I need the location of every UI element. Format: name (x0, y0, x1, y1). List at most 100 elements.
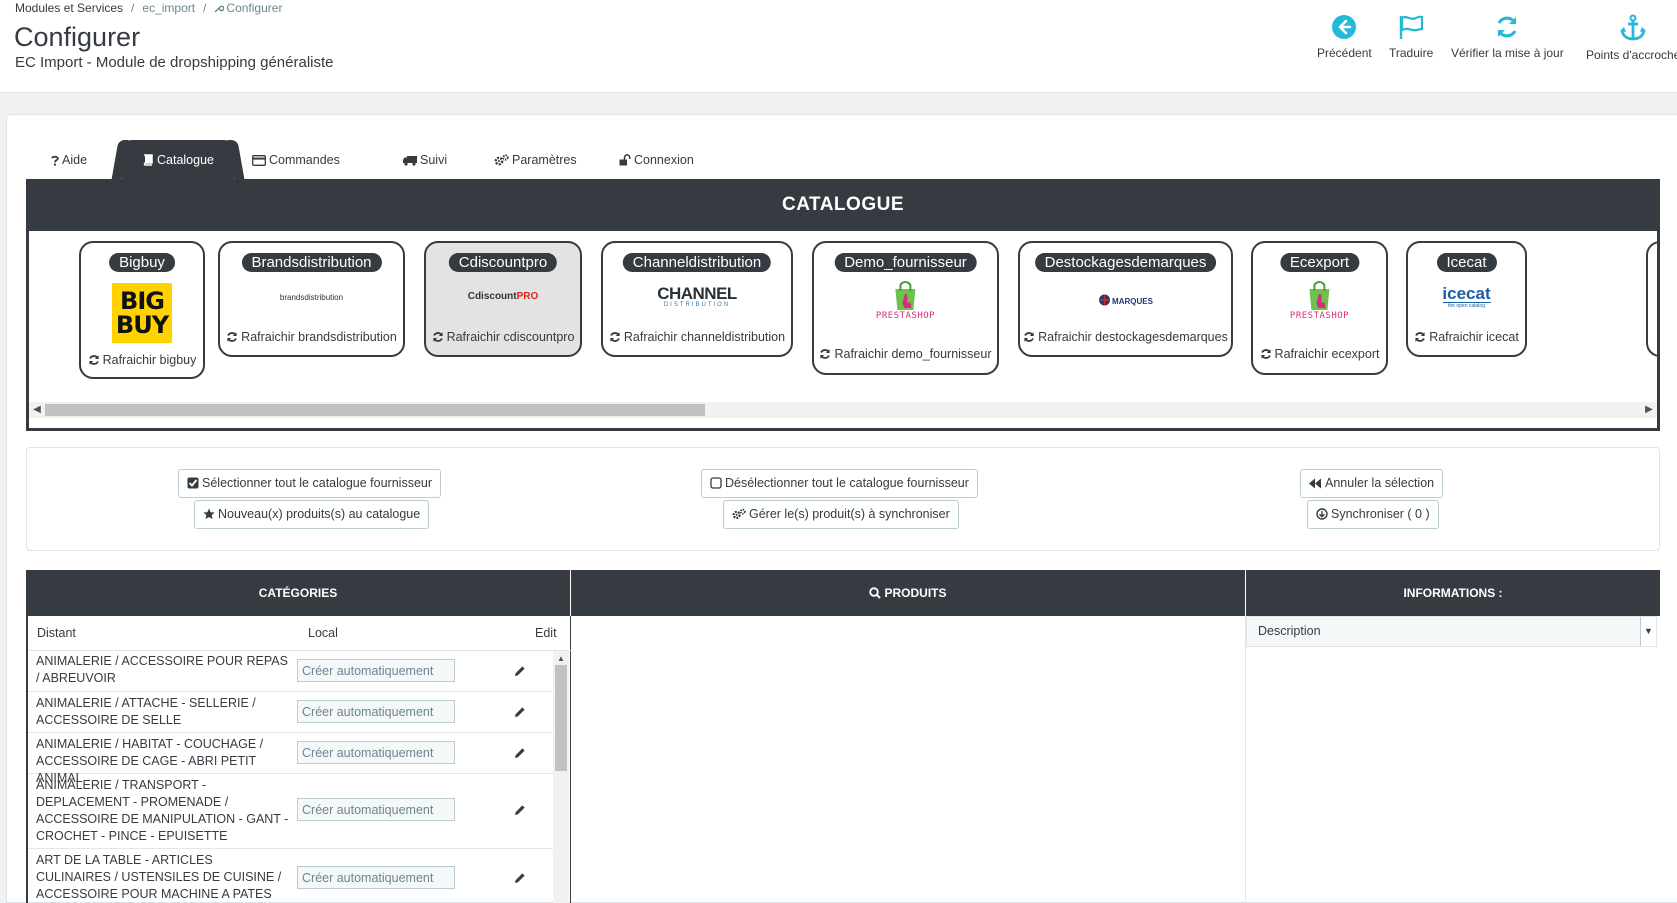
cdiscountpro-logo: CdiscountPRO (467, 291, 539, 302)
supplier-card-destockagesdemarques[interactable]: Destockagesdemarques MARQUES Rafraichir … (1018, 241, 1233, 357)
supplier-name: Brandsdistribution (241, 253, 382, 272)
supplier-name: Cdiscountpro (448, 253, 558, 272)
table-row: ANIMALERIE / HABITAT - COUCHAGE / ACCESS… (28, 733, 553, 785)
page-subtitle: EC Import - Module de dropshipping génér… (15, 54, 334, 71)
refresh-channeldistribution-link[interactable]: Rafraichir channeldistribution (603, 330, 791, 344)
translate-button[interactable]: Traduire (1389, 14, 1433, 60)
scroll-thumb[interactable] (45, 404, 705, 416)
flag-icon (1399, 15, 1424, 39)
supplier-card-bigbuy[interactable]: Bigbuy BIG BUY Rafraichir bigbuy (79, 241, 205, 379)
info-select[interactable]: Description ▼ (1246, 616, 1657, 647)
categories-scrollbar[interactable]: ▲ (553, 651, 569, 903)
informations-header: INFORMATIONS : (1246, 570, 1660, 616)
column-divider (570, 616, 571, 903)
refresh-bigbuy-link[interactable]: Rafraichir bigbuy (81, 353, 203, 367)
refresh-cdiscountpro-link[interactable]: Rafraichir cdiscountpro (426, 330, 580, 344)
checkbox-checked-icon (187, 477, 199, 489)
refresh-brandsdistribution-link[interactable]: Rafraichir brandsdistribution (220, 330, 403, 344)
refresh-icon (820, 349, 831, 359)
supplier-name: Bigbuy (109, 253, 175, 272)
credit-card-icon (252, 155, 266, 166)
cogs-icon (732, 508, 746, 520)
category-local-field[interactable] (297, 741, 455, 764)
globe-icon (1098, 294, 1110, 306)
new-products-button[interactable]: Nouveau(x) produits(s) au catalogue (194, 500, 430, 529)
category-distant: ANIMALERIE / ACCESSOIRE POUR REPAS / ABR… (36, 654, 288, 685)
destockagesdemarques-logo: MARQUES (1098, 293, 1153, 307)
anchor-icon (1620, 14, 1647, 41)
synchronize-button[interactable]: Synchroniser ( 0 ) (1307, 500, 1439, 529)
refresh-icon (1024, 332, 1034, 342)
action-box: Sélectionner tout le catalogue fournisse… (26, 447, 1660, 551)
supplier-card-ecexport[interactable]: Ecexport PRESTASHOP Rafraichir ecexport (1251, 241, 1388, 375)
prestashop-logo: PRESTASHOP (1290, 281, 1349, 321)
refresh-icecat-link[interactable]: Rafraichir icecat (1408, 330, 1525, 344)
table-row: ART DE LA TABLE - ARTICLES CULINAIRES / … (28, 849, 553, 903)
refresh-icon (227, 332, 237, 342)
supplier-name: Demo_fournisseur (834, 253, 977, 272)
category-local-field[interactable] (297, 866, 455, 889)
refresh-demo-fournisseur-link[interactable]: Rafraichir demo_fournisseur (814, 347, 997, 361)
category-local-field[interactable] (297, 798, 455, 821)
scroll-thumb[interactable] (555, 665, 567, 771)
unlock-icon (619, 154, 631, 166)
pencil-icon[interactable] (514, 665, 526, 677)
tab-aide[interactable]: Aide (51, 140, 87, 180)
tab-parametres[interactable]: Paramètres (494, 140, 577, 180)
category-distant: ANIMALERIE / ATTACHE - SELLERIE / ACCESS… (36, 696, 256, 727)
truck-icon (403, 156, 417, 166)
category-local-field[interactable] (297, 659, 455, 682)
supplier-card-icecat[interactable]: Icecat icecat the open catalog Rafraichi… (1406, 241, 1527, 357)
shopping-bag-icon (1309, 281, 1330, 310)
checkbox-empty-icon (710, 477, 722, 489)
pencil-icon[interactable] (514, 706, 526, 718)
supplier-card-channeldistribution[interactable]: Channeldistribution CHANNEL DISTRIBUTION… (601, 241, 793, 357)
wrench-icon (214, 5, 225, 13)
refresh-destockagesdemarques-link[interactable]: Rafraichir destockagesdemarques (1020, 330, 1231, 344)
refresh-icon (1415, 332, 1425, 342)
question-icon (51, 155, 59, 166)
tab-connexion[interactable]: Connexion (619, 140, 694, 180)
tab-suivi[interactable]: Suivi (403, 140, 447, 180)
book-icon (143, 154, 153, 166)
tab-commandes[interactable]: Commandes (252, 140, 340, 180)
chevron-down-icon: ▼ (1640, 617, 1656, 646)
breadcrumb-ec-import[interactable]: ec_import (142, 1, 195, 15)
col-distant-header: Distant (37, 626, 76, 640)
deselect-all-button[interactable]: Désélectionner tout le catalogue fournis… (701, 469, 978, 498)
back-button[interactable]: Précédent (1317, 14, 1372, 60)
pencil-icon[interactable] (514, 804, 526, 816)
pencil-icon[interactable] (514, 872, 526, 884)
breadcrumb-modules[interactable]: Modules et Services (15, 1, 123, 15)
catalogue-title: CATALOGUE (26, 179, 1660, 231)
search-icon (869, 587, 882, 599)
select-all-button[interactable]: Sélectionner tout le catalogue fournisse… (178, 469, 442, 498)
shopping-bag-icon (895, 281, 916, 310)
manage-sync-button[interactable]: Gérer le(s) produit(s) à synchroniser (723, 500, 959, 529)
supplier-card-brandsdistribution[interactable]: Brandsdistribution brandsdistribution Ra… (218, 241, 405, 357)
tab-catalogue[interactable]: Catalogue (122, 140, 234, 180)
pencil-icon[interactable] (514, 747, 526, 759)
cogs-icon (494, 154, 509, 166)
cancel-selection-button[interactable]: Annuler la sélection (1300, 469, 1444, 498)
refresh-icon (432, 332, 443, 342)
scroll-left-arrow[interactable]: ◀ (29, 402, 45, 418)
arrow-circle-down-icon (1316, 508, 1328, 520)
supplier-name: Channeldistribution (622, 253, 772, 272)
supplier-scrollbar[interactable]: ◀ ▶ (29, 402, 1657, 418)
category-local-field[interactable] (297, 700, 455, 723)
supplier-card-partial[interactable] (1646, 241, 1657, 357)
hooks-button[interactable]: Points d'accroche (1586, 14, 1677, 62)
col-edit-header: Edit (535, 626, 557, 640)
refresh-icon (610, 332, 620, 342)
category-distant: ANIMALERIE / TRANSPORT - DEPLACEMENT - P… (36, 778, 289, 843)
supplier-card-cdiscountpro[interactable]: Cdiscountpro CdiscountPRO Rafraichir cdi… (424, 241, 582, 357)
refresh-ecexport-link[interactable]: Rafraichir ecexport (1253, 347, 1386, 361)
supplier-card-demo-fournisseur[interactable]: Demo_fournisseur PRESTASHOP Rafraichir d… (812, 241, 999, 375)
breadcrumb: Modules et Services / ec_import / Configurer (15, 1, 283, 15)
icecat-logo: icecat the open catalog (1442, 284, 1491, 309)
arrow-circle-left-icon (1332, 15, 1357, 39)
scroll-right-arrow[interactable]: ▶ (1641, 402, 1657, 418)
check-update-button[interactable]: Vérifier la mise à jour (1451, 14, 1564, 60)
table-row: ANIMALERIE / ACCESSOIRE POUR REPAS / ABR… (28, 651, 553, 692)
